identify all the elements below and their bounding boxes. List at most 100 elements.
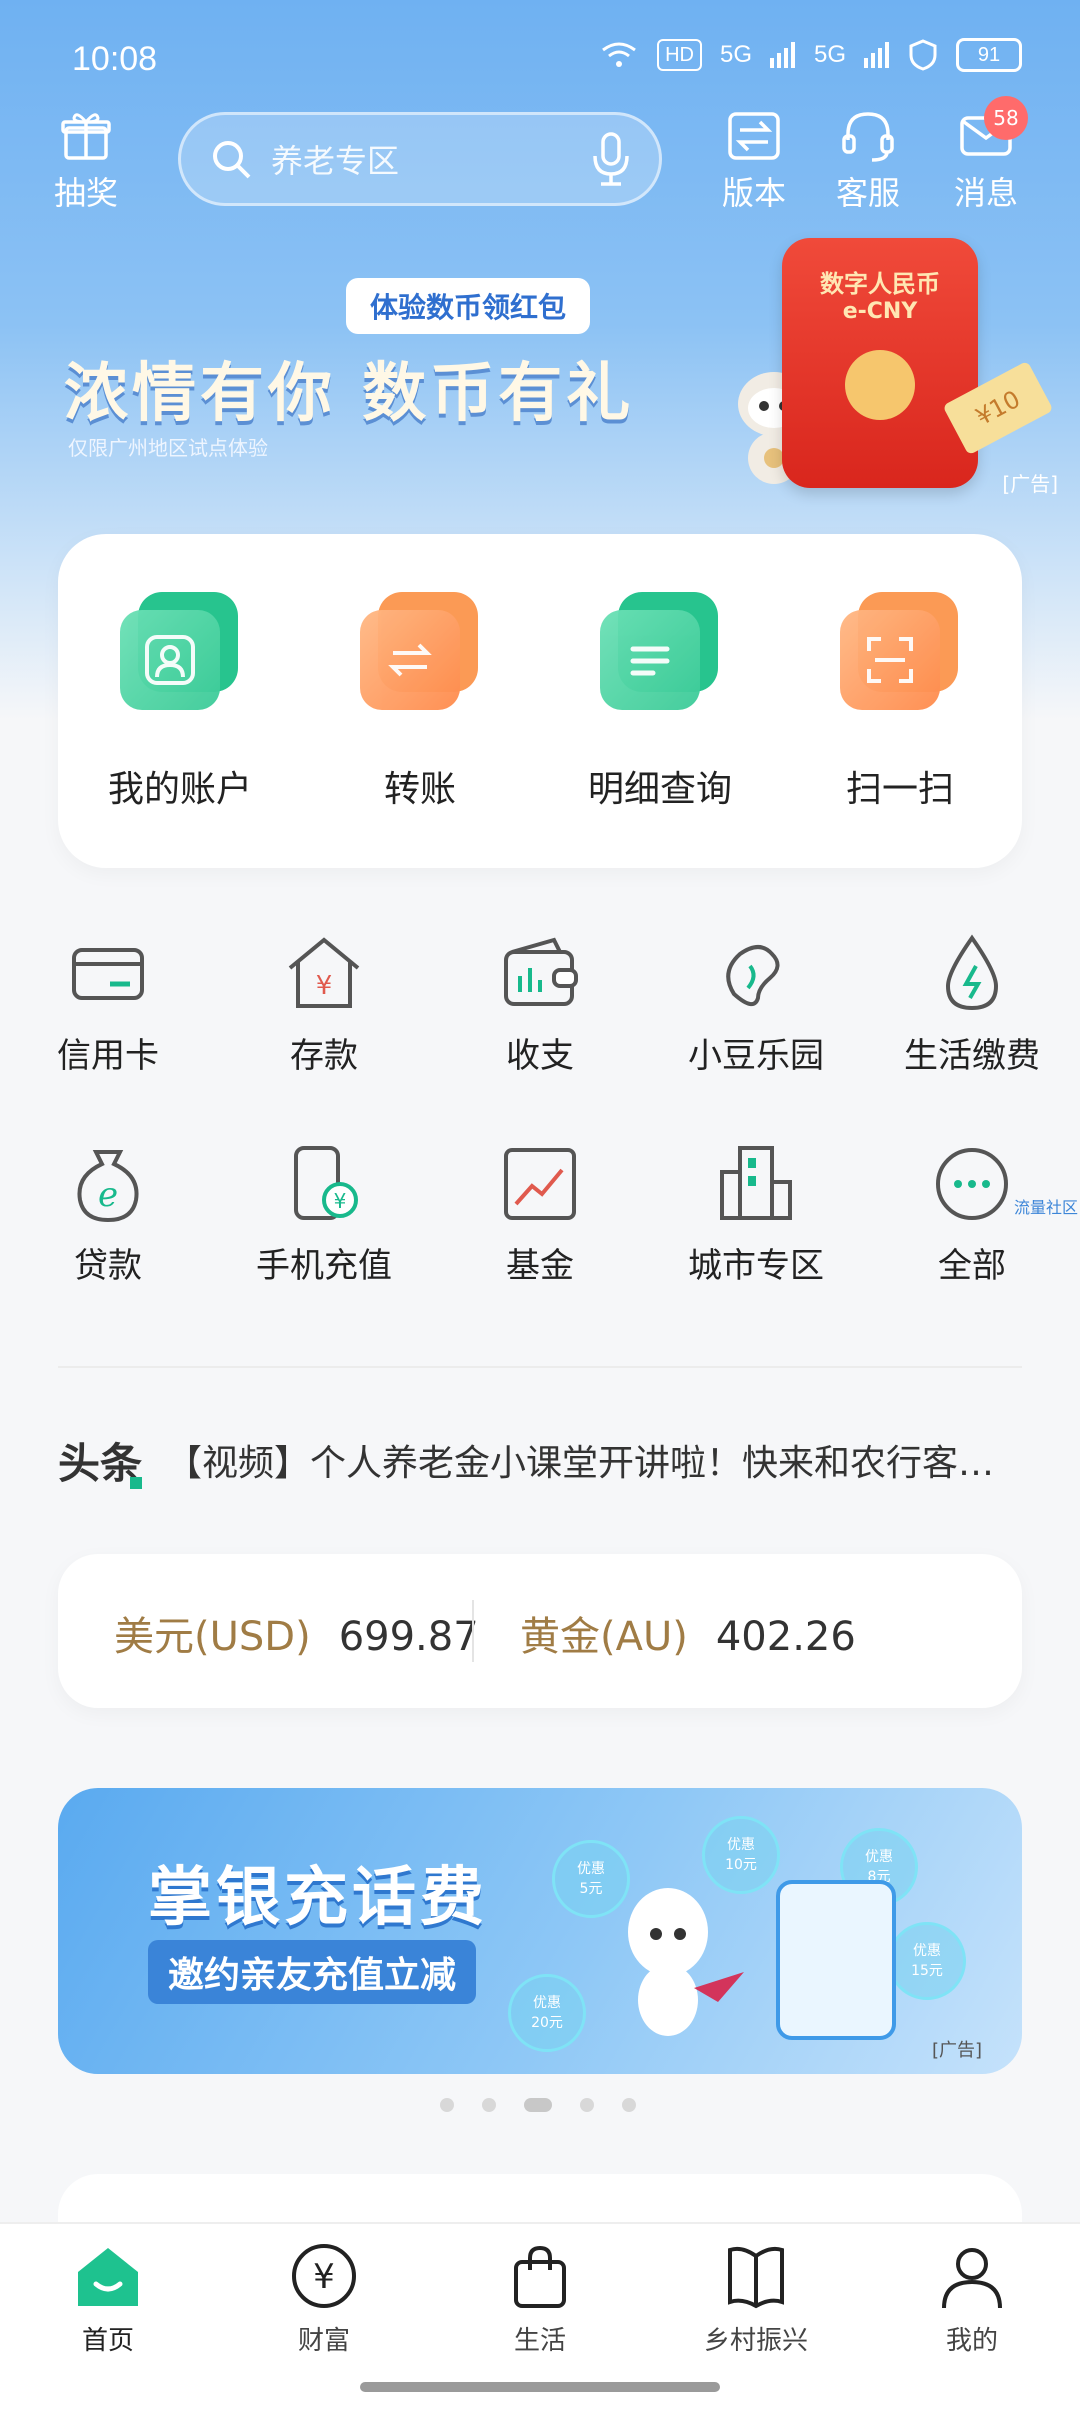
- account-icon-tile: [120, 592, 240, 712]
- utility-icon: [945, 934, 999, 1011]
- wallet-icon: [504, 937, 578, 1006]
- banner-subtitle: 仅限广州地区试点体验: [68, 436, 268, 460]
- phone-topup-icon: ¥: [294, 1146, 358, 1220]
- version-button[interactable]: 版本: [704, 110, 804, 214]
- red-packet-title: 数字人民币: [820, 270, 940, 298]
- message-count-badge: 58: [984, 96, 1028, 140]
- mascot-illustration: [628, 1888, 744, 2036]
- icon-tile-front: [360, 610, 460, 710]
- service-bean-park[interactable]: 小豆乐园: [656, 932, 856, 1077]
- gift-icon: [61, 113, 111, 160]
- service-label: 信用卡: [57, 1036, 159, 1076]
- discount-bubble: 优惠 15元: [888, 1922, 966, 2000]
- signal-5g-2: 5G: [813, 41, 846, 68]
- carousel-indicator: [440, 2098, 636, 2112]
- book-icon: [728, 2246, 784, 2309]
- transfer-icon: [388, 643, 432, 677]
- service-phone-topup[interactable]: ¥ 手机充值: [224, 1142, 424, 1287]
- service-label: 小豆乐园: [688, 1036, 824, 1076]
- quick-action-transfer[interactable]: 转账: [320, 592, 520, 812]
- quick-action-details[interactable]: 明细查询: [560, 592, 760, 812]
- status-time: 10:08: [72, 40, 158, 78]
- quick-action-scan[interactable]: 扫一扫: [800, 592, 1000, 812]
- search-icon: [213, 141, 251, 179]
- service-fund[interactable]: 基金: [440, 1142, 640, 1287]
- fund-icon: [504, 1148, 576, 1220]
- icon-tile-front: [600, 610, 700, 710]
- headline-tag: 头条: [58, 1430, 143, 1491]
- discount-bubble: 优惠 20元: [508, 1974, 586, 2052]
- version-label: 版本: [721, 174, 786, 212]
- service-city-zone[interactable]: 城市专区: [656, 1142, 856, 1287]
- svg-text:¥: ¥: [313, 2257, 335, 2297]
- carousel-dot[interactable]: [440, 2098, 454, 2112]
- service-deposit[interactable]: ¥ 存款: [224, 932, 424, 1077]
- phone-illustration: [776, 1880, 896, 2040]
- carousel-dot-active[interactable]: [524, 2098, 552, 2112]
- nav-label: 我的: [945, 2326, 998, 2356]
- traffic-community-link[interactable]: 流量社区: [1014, 1194, 1078, 1218]
- ad-label: [广告]: [1002, 472, 1058, 496]
- carousel-dot[interactable]: [580, 2098, 594, 2112]
- service-label: 生活缴费: [904, 1036, 1040, 1076]
- credit-card-icon: [72, 948, 144, 1000]
- market-rates-card[interactable]: 美元(USD) 699.87 黄金(AU) 402.26: [58, 1554, 1022, 1708]
- nav-label: 生活: [513, 2326, 566, 2356]
- customer-service-label: 客服: [835, 174, 900, 212]
- svg-text:¥: ¥: [334, 1189, 347, 1213]
- details-icon-tile: [600, 592, 720, 712]
- service-credit-card[interactable]: 信用卡: [8, 932, 208, 1077]
- digital-rmb-red-packet: 数字人民币 e-CNY: [782, 238, 978, 488]
- deposit-icon: ¥: [288, 937, 360, 1008]
- quick-action-my-account[interactable]: 我的账户: [80, 592, 280, 812]
- battery-icon: 91: [956, 38, 1022, 72]
- quick-actions-card: 我的账户 转账 明细查询 扫一扫: [58, 534, 1022, 868]
- carousel-dot[interactable]: [482, 2098, 496, 2112]
- profile-icon: [942, 2248, 1002, 2309]
- service-label: 存款: [290, 1036, 358, 1076]
- promo-banner[interactable]: 体验数币领红包 浓情有你 数币有礼 仅限广州地区试点体验 数字人民币 e-CNY…: [0, 238, 1080, 510]
- nav-life[interactable]: 生活: [460, 2240, 620, 2357]
- lottery-label: 抽奖: [53, 174, 118, 212]
- service-label: 贷款: [74, 1246, 142, 1286]
- nav-rural-revitalization[interactable]: 乡村振兴: [676, 2240, 836, 2357]
- bean-icon: [726, 945, 780, 1006]
- service-loan[interactable]: e 贷款: [8, 1142, 208, 1287]
- service-utility-payment[interactable]: 生活缴费: [872, 932, 1072, 1077]
- search-bar[interactable]: 养老专区: [178, 112, 662, 206]
- svg-text:¥: ¥: [316, 971, 333, 1001]
- rate-name: 美元(USD): [114, 1614, 311, 1660]
- phone-topup-ad-banner[interactable]: 掌银充话费 邀约亲友充值立减 优惠 5元 优惠 10元 优惠 8元 优惠 15元 优惠 2…: [58, 1788, 1022, 2074]
- nav-home[interactable]: 首页: [28, 2240, 188, 2357]
- red-packet-subtitle: e-CNY: [842, 299, 918, 324]
- nav-wealth[interactable]: ¥ 财富: [244, 2240, 404, 2357]
- icon-tile-front: [120, 610, 220, 710]
- account-icon: [145, 635, 195, 685]
- ad-banner-title: 掌银充话费: [148, 1861, 488, 1935]
- status-bar: 10:08 HD 5G 5G 91: [0, 0, 1080, 110]
- nav-profile[interactable]: 我的: [892, 2240, 1052, 2357]
- service-label: 手机充值: [256, 1246, 392, 1286]
- status-icons: HD 5G 5G 91: [599, 38, 1022, 72]
- microphone-icon[interactable]: [591, 132, 631, 186]
- banner-tag: 体验数币领红包: [346, 278, 591, 334]
- customer-service-button[interactable]: 客服: [818, 110, 918, 214]
- service-income-expense[interactable]: 收支: [440, 932, 640, 1077]
- top-header: 抽奖 养老专区 版本 客服 消息 58: [0, 96, 1080, 230]
- home-indicator[interactable]: [360, 2382, 720, 2392]
- rate-separator: [472, 1600, 474, 1662]
- shopping-bag-icon: [514, 2245, 566, 2308]
- headline-news[interactable]: 头条 【视频】个人养老金小课堂开讲啦！快来和农行客服小…: [58, 1430, 1022, 1490]
- icon-tile-front: [840, 610, 940, 710]
- nav-label: 财富: [297, 2326, 350, 2356]
- lottery-button[interactable]: 抽奖: [36, 110, 136, 214]
- headline-text: 【视频】个人养老金小课堂开讲啦！快来和农行客服小…: [166, 1443, 1022, 1484]
- ad-banner-subtitle: 邀约亲友充值立减: [148, 1940, 477, 2004]
- search-placeholder: 养老专区: [271, 142, 400, 180]
- carousel-dot[interactable]: [622, 2098, 636, 2112]
- hd-icon: HD: [657, 39, 702, 71]
- signal-5g-1: 5G: [719, 41, 752, 68]
- loan-icon: e: [77, 1150, 139, 1223]
- rate-usd: 美元(USD) 699.87: [114, 1604, 479, 1662]
- messages-button[interactable]: 消息 58: [936, 96, 1036, 214]
